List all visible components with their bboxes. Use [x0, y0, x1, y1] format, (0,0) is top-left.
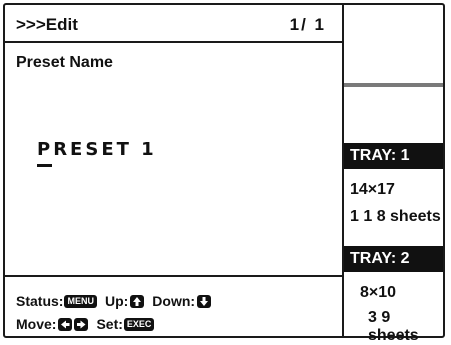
set-label: Set: — [96, 316, 123, 332]
tray-panel-divider — [344, 83, 443, 87]
tray-2-header: TRAY: 2 — [344, 246, 443, 272]
text-cursor — [37, 164, 52, 167]
arrow-right-icon[interactable] — [74, 317, 89, 331]
lcd-screen: >>>Edit 1/ 1 Preset Name PRESET 1 Status… — [3, 3, 445, 344]
mode-title: >>>Edit — [16, 15, 78, 34]
key-help-row-2: Move: Set: EXEC — [16, 316, 155, 332]
tray-2-size: 8×10 — [360, 284, 397, 301]
main-panel: >>>Edit 1/ 1 Preset Name PRESET 1 Status… — [5, 5, 342, 336]
menu-key[interactable]: MENU — [64, 294, 97, 308]
tray-panel-blank — [344, 5, 443, 83]
preset-name-label: Preset Name — [16, 54, 113, 71]
preset-name-field[interactable]: PRESET 1 — [37, 139, 157, 160]
header-bar: >>>Edit 1/ 1 — [5, 5, 342, 43]
tray-1-size: 14×17 — [350, 181, 395, 198]
key-help-row-1: Status: MENU Up: Down: — [16, 293, 212, 309]
tray-panel: TRAY: 1 14×17 1 1 8 sheets TRAY: 2 8×10 … — [342, 5, 443, 344]
down-label: Down: — [152, 293, 196, 309]
page-indicator: 1/ 1 — [289, 15, 326, 34]
tray-2-sheets: 3 9 sheets — [368, 309, 419, 344]
exec-key[interactable]: EXEC — [123, 317, 155, 331]
arrow-up-icon[interactable] — [130, 294, 145, 308]
status-label: Status: — [16, 293, 64, 309]
move-label: Move: — [16, 316, 57, 332]
arrow-down-icon[interactable] — [197, 294, 212, 308]
tray-1-sheets: 1 1 8 sheets — [350, 208, 441, 225]
key-help-footer: Status: MENU Up: Down: Move: Set: EXEC — [5, 275, 342, 336]
arrow-left-icon[interactable] — [58, 317, 73, 331]
tray-1-header: TRAY: 1 — [344, 143, 443, 169]
up-label: Up: — [104, 293, 129, 309]
